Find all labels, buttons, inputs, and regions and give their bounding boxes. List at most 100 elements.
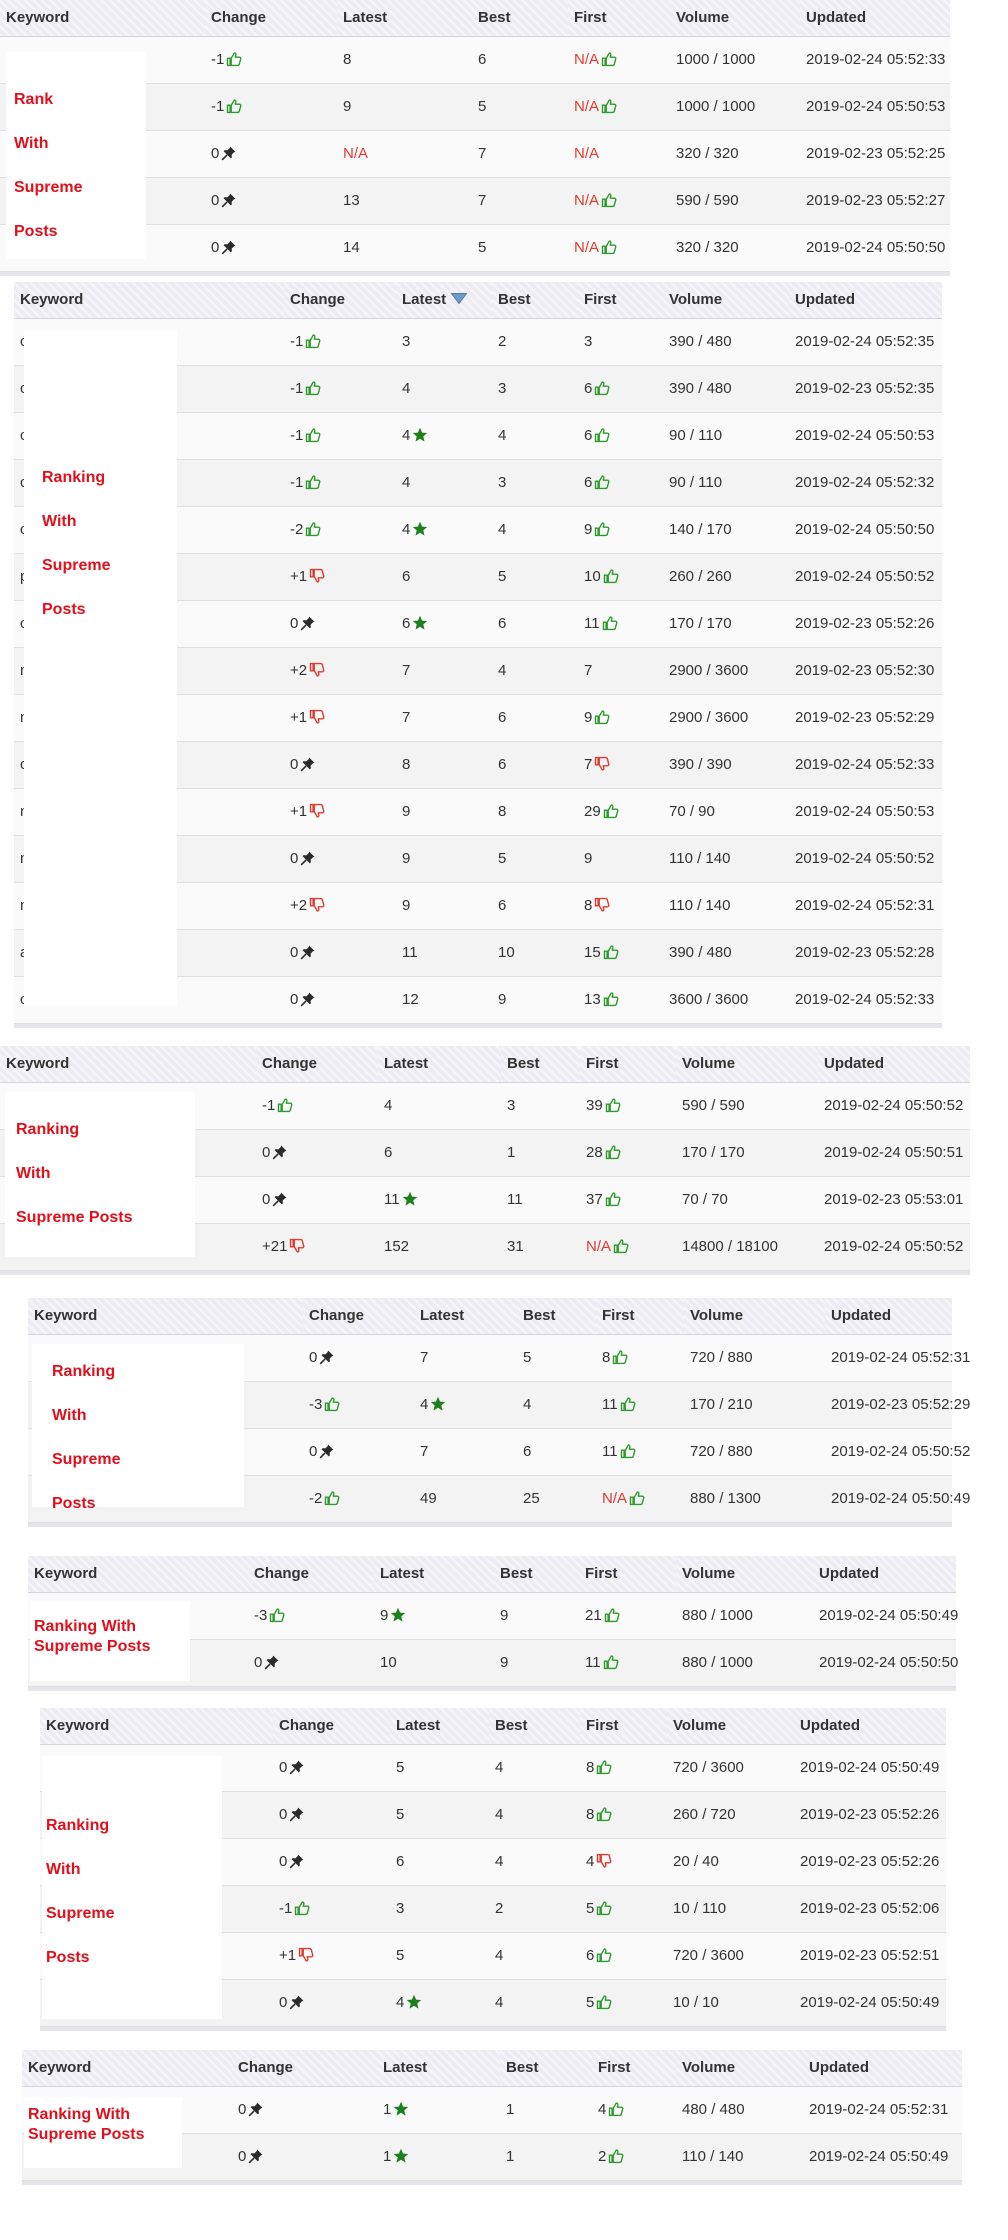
table-footer-bar	[22, 2180, 962, 2185]
column-header-latest[interactable]: Latest	[378, 1046, 501, 1083]
column-header-keyword[interactable]: Keyword	[22, 2050, 232, 2087]
latest-value: 3	[396, 1900, 405, 1917]
column-header-change[interactable]: Change	[256, 1046, 378, 1083]
column-header-best[interactable]: Best	[472, 0, 568, 37]
column-header-change[interactable]: Change	[248, 1556, 374, 1593]
column-header-first[interactable]: First	[580, 1046, 676, 1083]
column-header-first[interactable]: First	[568, 0, 670, 37]
best-value: 7	[478, 145, 487, 162]
cell-first: N/A	[596, 1475, 684, 1523]
column-header-keyword[interactable]: Keyword	[14, 282, 284, 319]
cell-updated: 2019-02-24 05:50:53	[789, 412, 942, 460]
column-header-change[interactable]: Change	[232, 2050, 377, 2087]
redaction-label: Rank	[14, 91, 54, 108]
column-header-latest[interactable]: Latest	[414, 1298, 517, 1335]
column-header-latest[interactable]: Latest	[390, 1708, 489, 1745]
first-value: 9	[584, 850, 593, 867]
column-header-updated[interactable]: Updated	[789, 282, 942, 319]
cell-updated: 2019-02-24 05:50:53	[800, 83, 950, 131]
cell-first: N/A	[580, 1223, 676, 1271]
column-header-keyword[interactable]: Keyword	[28, 1556, 248, 1593]
column-header-change[interactable]: Change	[284, 282, 396, 319]
cell-latest: 4	[414, 1381, 517, 1429]
column-header-first[interactable]: First	[580, 1708, 667, 1745]
column-header-volume[interactable]: Volume	[676, 1556, 813, 1593]
best-value: 31	[507, 1238, 524, 1255]
column-header-latest[interactable]: Latest	[374, 1556, 494, 1593]
column-header-first[interactable]: First	[579, 1556, 676, 1593]
cell-first: N/A	[568, 36, 670, 84]
column-header-volume[interactable]: Volume	[667, 1708, 794, 1745]
column-header-first[interactable]: First	[596, 1298, 684, 1335]
cell-latest: 9	[396, 788, 492, 836]
column-header-best[interactable]: Best	[494, 1556, 579, 1593]
volume-value: 390 / 390	[669, 756, 732, 773]
column-header-updated[interactable]: Updated	[813, 1556, 956, 1593]
cell-updated: 2019-02-24 05:50:50	[789, 506, 942, 554]
column-header-volume[interactable]: Volume	[663, 282, 789, 319]
column-header-keyword[interactable]: Keyword	[40, 1708, 273, 1745]
cell-latest: 11	[378, 1176, 501, 1224]
cell-volume: 590 / 590	[676, 1082, 818, 1130]
change-value: -1	[290, 474, 304, 491]
cell-latest: 6	[378, 1129, 501, 1177]
updated-value: 2019-02-24 05:50:51	[824, 1144, 964, 1161]
column-header-label: Volume	[682, 1055, 736, 1073]
column-header-volume[interactable]: Volume	[676, 1046, 818, 1083]
change-value: 0	[290, 991, 299, 1008]
latest-value: 12	[402, 991, 419, 1008]
column-header-volume[interactable]: Volume	[676, 2050, 803, 2087]
column-header-keyword[interactable]: Keyword	[28, 1298, 303, 1335]
best-value: 4	[495, 1759, 504, 1776]
cell-latest: 9	[396, 835, 492, 883]
column-header-updated[interactable]: Updated	[800, 0, 950, 37]
column-header-best[interactable]: Best	[500, 2050, 592, 2087]
cell-first: 6	[580, 1932, 667, 1980]
column-header-change[interactable]: Change	[273, 1708, 390, 1745]
column-header-change[interactable]: Change	[303, 1298, 414, 1335]
best-value: 3	[507, 1097, 516, 1114]
cell-latest: 13	[337, 177, 472, 225]
latest-value: 6	[396, 1853, 405, 1870]
column-header-label: Latest	[402, 291, 447, 309]
change-value: -1	[211, 51, 225, 68]
column-header-label: Volume	[676, 9, 730, 27]
star-icon	[402, 1191, 418, 1207]
latest-value: 14	[343, 239, 360, 256]
cell-volume: 90 / 110	[663, 459, 789, 507]
column-header-first[interactable]: First	[578, 282, 663, 319]
column-header-volume[interactable]: Volume	[684, 1298, 825, 1335]
column-header-latest[interactable]: Latest	[337, 0, 472, 37]
column-header-updated[interactable]: Updated	[825, 1298, 952, 1335]
column-header-first[interactable]: First	[592, 2050, 676, 2087]
first-value: 7	[584, 756, 593, 773]
column-header-label: Change	[309, 1307, 365, 1325]
column-header-best[interactable]: Best	[501, 1046, 580, 1083]
sort-down-icon[interactable]	[450, 291, 468, 305]
column-header-latest[interactable]: Latest	[396, 282, 492, 319]
first-value: 15	[584, 944, 601, 961]
column-header-keyword[interactable]: Keyword	[0, 0, 205, 37]
column-header-best[interactable]: Best	[489, 1708, 580, 1745]
updated-value: 2019-02-24 05:50:52	[831, 1443, 971, 1460]
volume-value: 110 / 140	[669, 850, 731, 867]
column-header-updated[interactable]: Updated	[803, 2050, 962, 2087]
column-header-best[interactable]: Best	[517, 1298, 596, 1335]
cell-change: 0	[205, 177, 337, 225]
pin-icon	[300, 991, 316, 1007]
column-header-change[interactable]: Change	[205, 0, 337, 37]
best-value: 5	[498, 568, 507, 585]
column-header-keyword[interactable]: Keyword	[0, 1046, 256, 1083]
column-header-updated[interactable]: Updated	[818, 1046, 970, 1083]
updated-value: 2019-02-24 05:52:31	[795, 897, 935, 914]
redaction-label: Posts	[46, 1949, 90, 1966]
column-header-best[interactable]: Best	[492, 282, 578, 319]
cell-first: 3	[578, 318, 663, 366]
updated-value: 2019-02-24 05:50:49	[831, 1490, 971, 1507]
change-value: 0	[290, 756, 299, 773]
column-header-updated[interactable]: Updated	[794, 1708, 946, 1745]
first-value: 8	[586, 1759, 595, 1776]
latest-value: 1	[383, 2101, 392, 2118]
column-header-latest[interactable]: Latest	[377, 2050, 500, 2087]
column-header-volume[interactable]: Volume	[670, 0, 800, 37]
